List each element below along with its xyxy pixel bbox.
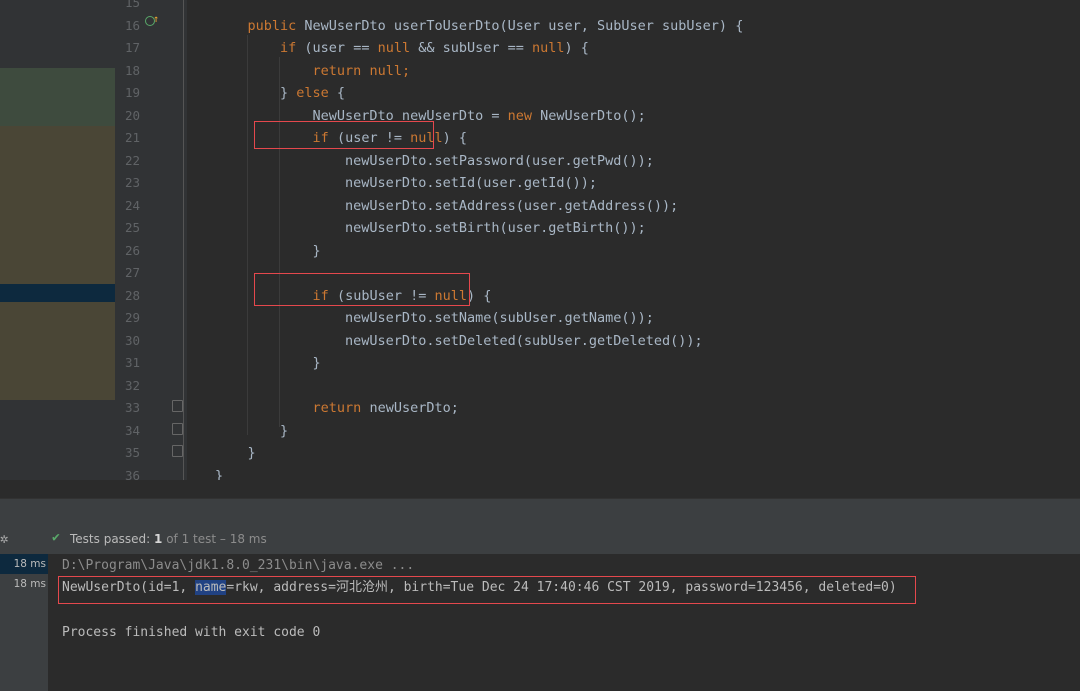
settings-gear-icon[interactable]: ✲ — [0, 531, 8, 547]
diff-band-olive — [0, 126, 115, 284]
highlight-user-null-check — [254, 121, 434, 149]
diff-band-selected — [0, 284, 115, 302]
project-panel-strip — [0, 0, 115, 500]
line-number: 29 — [124, 310, 140, 325]
line-number: 23 — [124, 175, 140, 190]
code-token: ) { — [467, 287, 492, 304]
implements-arrow-icon[interactable]: ↑ — [153, 14, 159, 25]
line-number: 21 — [124, 130, 140, 145]
code-token: } — [215, 242, 321, 259]
keyword-token: null — [377, 40, 419, 56]
test-tree-panel: 18 ms 18 ms — [0, 554, 48, 691]
code-token: NewUserDto userToUserDto(User user, SubU… — [304, 17, 744, 34]
console-exit-message: Process finished with exit code 0 — [62, 625, 321, 640]
line-number: 24 — [124, 197, 140, 213]
diff-band-olive-2 — [0, 302, 115, 400]
code-token: newUserDto.setId(user.getId()); — [215, 175, 598, 191]
code-line: newUserDto.setId(user.getId()); — [215, 172, 597, 194]
code-editor[interactable]: public NewUserDto userToUserDto(User use… — [187, 0, 1080, 481]
line-number: 31 — [124, 355, 140, 370]
line-number: 28 — [124, 287, 140, 303]
check-icon: ✔ — [52, 530, 60, 545]
fold-marker-icon[interactable] — [172, 423, 183, 435]
code-line: public NewUserDto userToUserDto(User use… — [215, 15, 744, 37]
code-token: newUserDto.setPassword(user.getPwd()); — [215, 152, 654, 169]
console-command: D:\Program\Java\jdk1.8.0_231\bin\java.ex… — [62, 558, 415, 573]
code-line: newUserDto.setPassword(user.getPwd()); — [215, 150, 654, 172]
code-token: (user == — [304, 40, 378, 56]
line-number: 20 — [124, 107, 140, 123]
line-number: 15 — [124, 0, 140, 10]
code-token: newUserDto.setAddress(user.getAddress())… — [215, 197, 679, 214]
code-token: newUserDto.setBirth(user.getBirth()); — [215, 220, 646, 236]
code-line: } else { — [215, 82, 345, 104]
line-number: 33 — [124, 400, 140, 415]
code-line: } — [215, 352, 321, 374]
code-token: } — [215, 355, 321, 371]
line-number: 32 — [124, 377, 140, 393]
code-line: } — [215, 442, 256, 464]
code-line: newUserDto.setDeleted(subUser.getDeleted… — [215, 330, 703, 352]
panel-divider[interactable] — [0, 498, 1080, 527]
code-line: if (user == null && subUser == null) { — [215, 37, 589, 59]
code-token: ) { — [442, 130, 467, 146]
code-token: newUserDto.setDeleted(subUser.getDeleted… — [215, 332, 703, 349]
code-line: return null; — [215, 60, 411, 82]
code-token: newUserDto.setName(subUser.getName()); — [215, 310, 654, 326]
line-number: 16 — [124, 17, 140, 33]
line-number: 27 — [124, 265, 140, 280]
line-number: 30 — [124, 332, 140, 348]
gutter-separator — [183, 0, 184, 480]
editor-horizontal-scroll[interactable] — [0, 480, 1080, 500]
code-line: newUserDto.setAddress(user.getAddress())… — [215, 195, 678, 217]
line-number: 26 — [124, 242, 140, 258]
keyword-token: public — [247, 17, 305, 34]
code-line: } — [215, 240, 321, 262]
code-token: ) { — [564, 40, 589, 56]
highlight-subuser-null-check — [254, 273, 470, 306]
code-token: NewUserDto(); — [540, 107, 646, 124]
keyword-token: null — [532, 40, 565, 56]
code-token: } — [215, 445, 256, 461]
code-line: newUserDto.setName(subUser.getName()); — [215, 307, 654, 329]
keyword-token: else — [296, 85, 337, 101]
test-timing-case[interactable]: 18 ms — [0, 574, 48, 594]
code-token: } — [215, 85, 297, 101]
code-token: newUserDto; — [369, 400, 459, 416]
code-token: && subUser == — [418, 40, 533, 56]
code-token: } — [215, 467, 224, 481]
line-number: 22 — [124, 152, 140, 168]
keyword-token: if — [280, 40, 305, 56]
code-line: } — [215, 465, 223, 481]
tests-status: Tests passed: 1 of 1 test – 18 ms — [70, 532, 267, 546]
code-line: return newUserDto; — [215, 397, 459, 419]
line-number: 25 — [124, 220, 140, 235]
test-timing-root[interactable]: 18 ms — [0, 554, 48, 574]
code-token: } — [215, 422, 289, 439]
line-number: 35 — [124, 445, 140, 460]
line-number: 34 — [124, 422, 140, 438]
highlight-output — [58, 576, 916, 604]
keyword-token: new — [507, 107, 541, 124]
fold-marker-icon[interactable] — [172, 400, 183, 412]
line-number: 17 — [124, 40, 140, 55]
console-output[interactable]: D:\Program\Java\jdk1.8.0_231\bin\java.ex… — [48, 554, 1080, 691]
fold-marker-icon[interactable] — [172, 445, 183, 457]
code-token: { — [336, 85, 346, 101]
line-number: 18 — [124, 62, 140, 78]
keyword-token: return — [312, 400, 370, 416]
diff-band-green — [0, 68, 115, 126]
keyword-token: return null; — [312, 62, 411, 79]
line-number: 19 — [124, 85, 140, 100]
code-line: } — [215, 420, 288, 442]
code-line: newUserDto.setBirth(user.getBirth()); — [215, 217, 646, 239]
